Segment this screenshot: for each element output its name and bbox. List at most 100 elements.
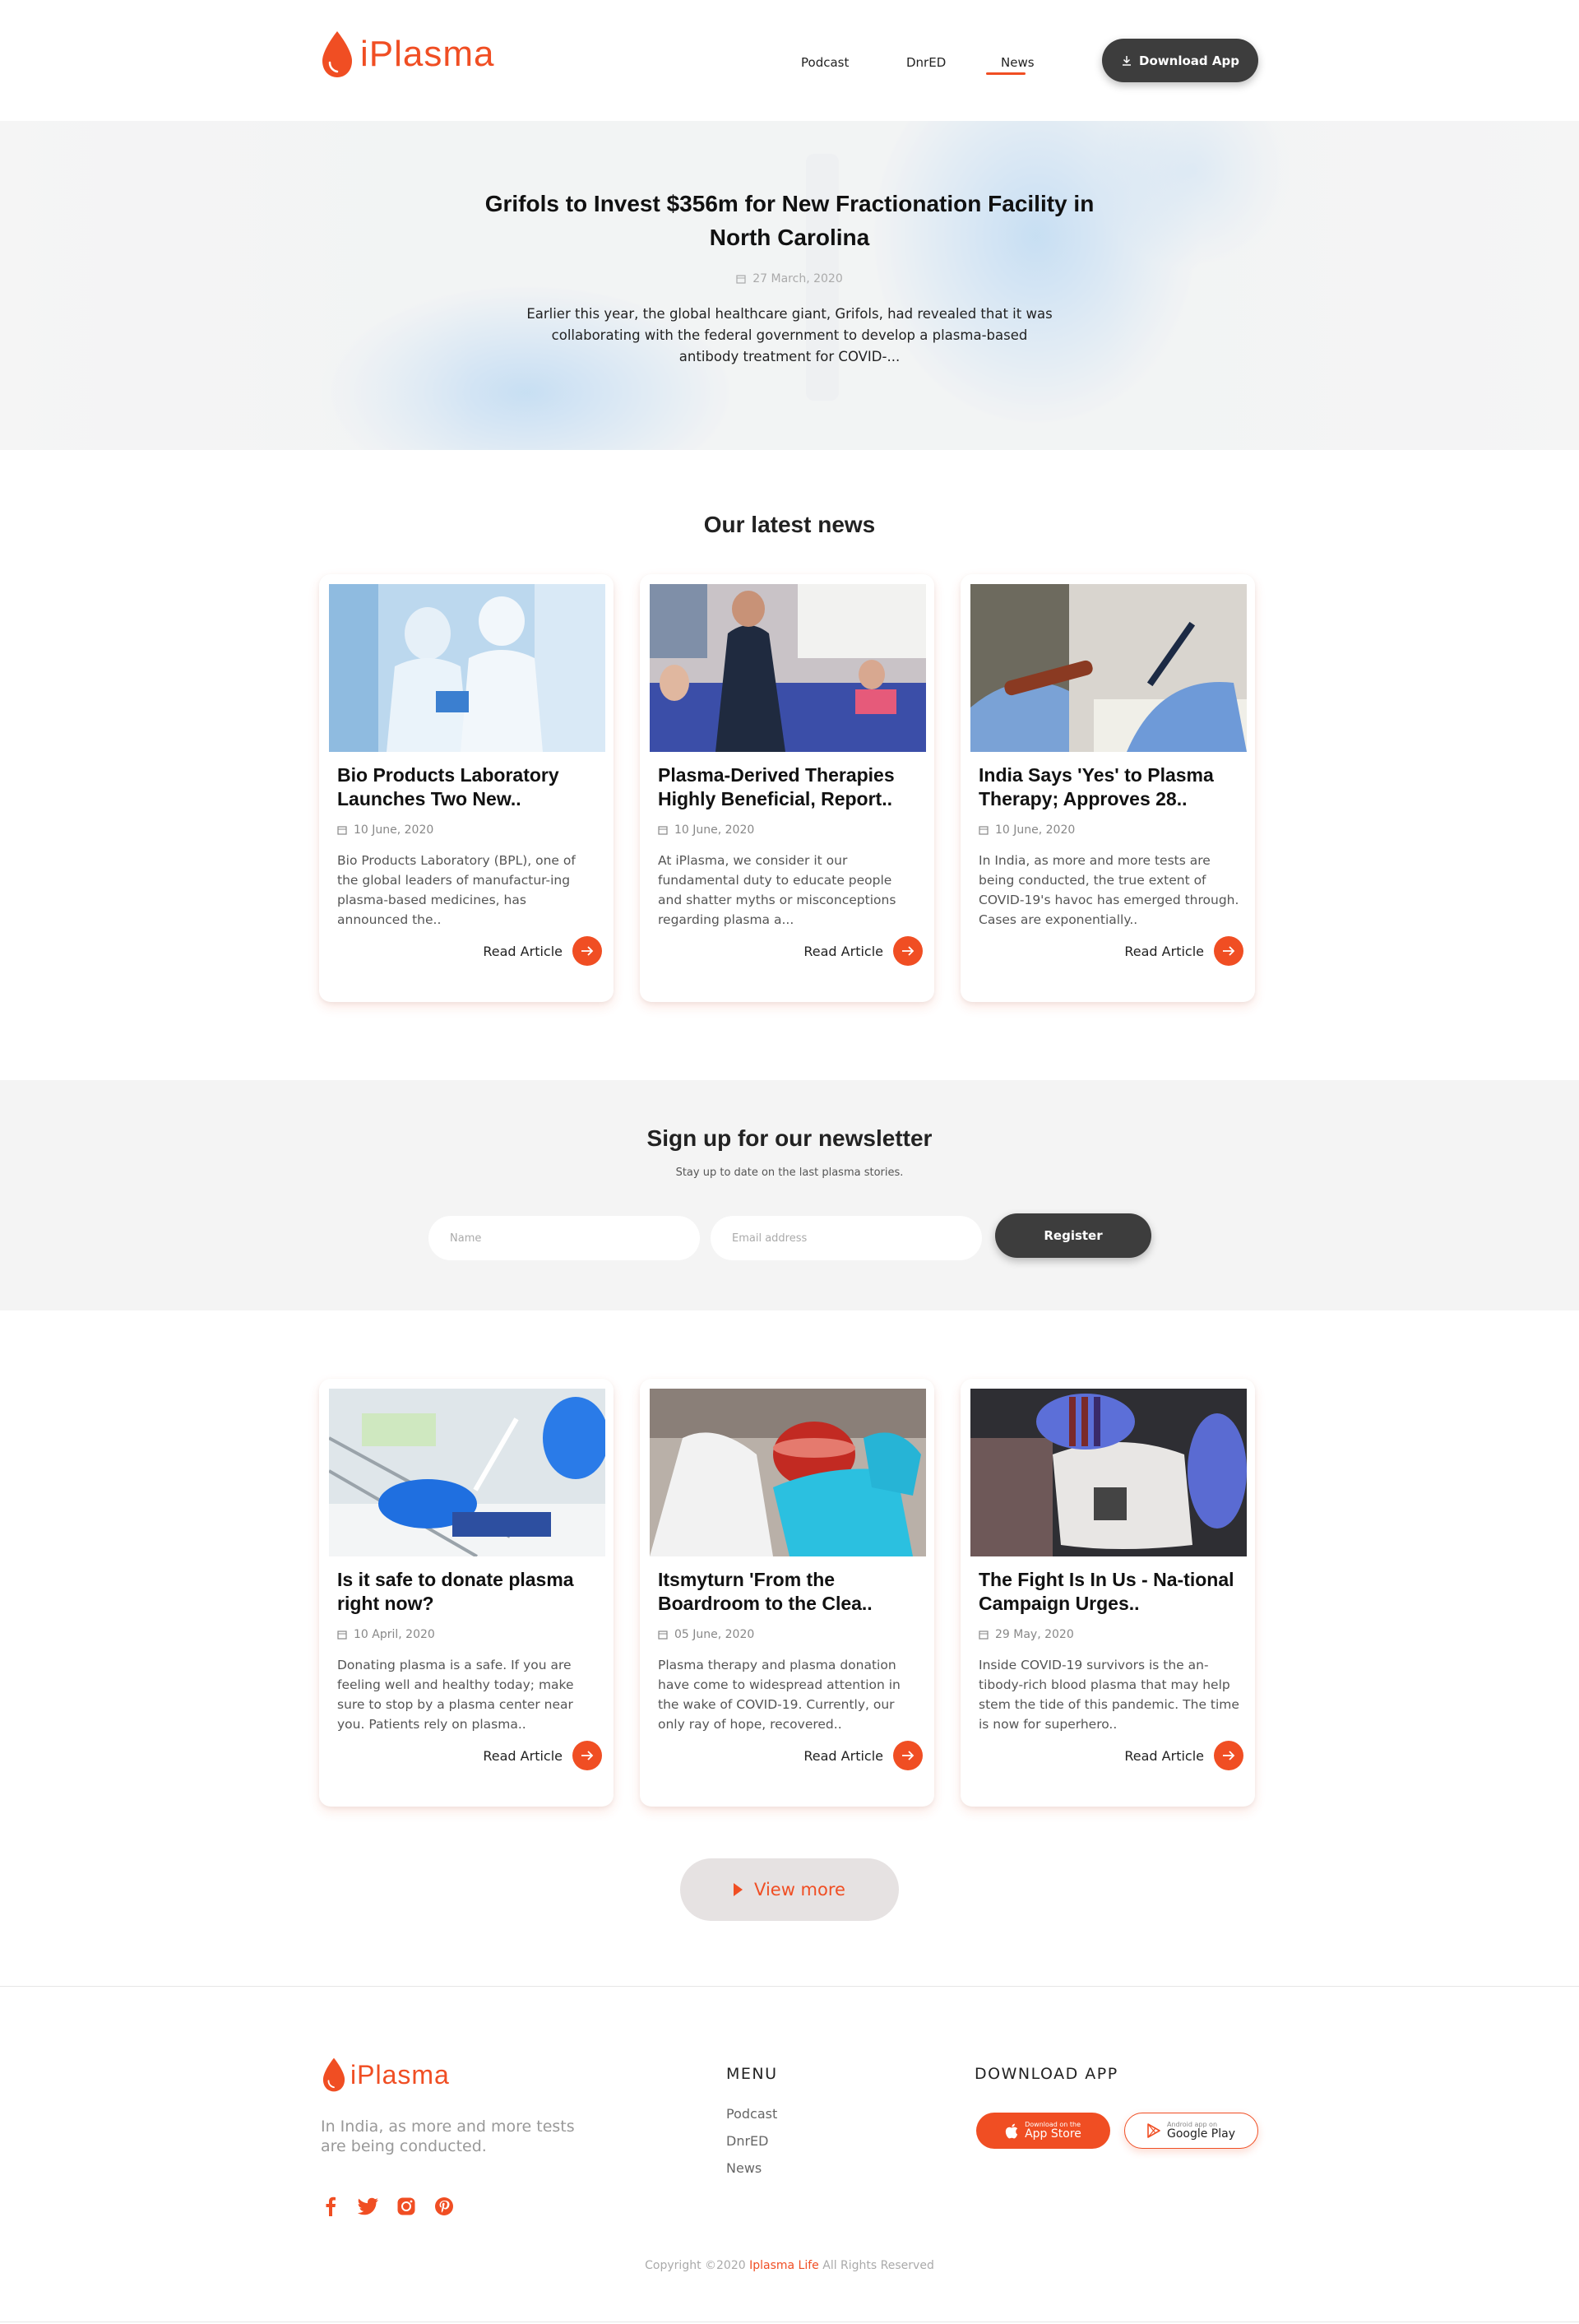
- read-article-label: Read Article: [803, 943, 883, 959]
- read-article-link[interactable]: Read Article: [483, 936, 602, 966]
- nav-item-podcast[interactable]: Podcast: [801, 55, 849, 70]
- read-article-link[interactable]: Read Article: [1124, 936, 1243, 966]
- card-image-plasma-bag: [970, 1389, 1247, 1556]
- read-article-link[interactable]: Read Article: [1124, 1741, 1243, 1770]
- calendar-icon: [337, 1631, 347, 1640]
- instagram-icon[interactable]: [395, 2195, 418, 2218]
- app-store-big-text: App Store: [1025, 2127, 1081, 2141]
- arrow-right-icon: [893, 1741, 923, 1770]
- google-play-big-text: Google Play: [1166, 2127, 1235, 2141]
- app-store-button[interactable]: Download on the App Store: [976, 2113, 1110, 2149]
- card-date: 10 April, 2020: [337, 1628, 435, 1641]
- calendar-icon: [979, 1631, 989, 1640]
- card-image-blood-tube: [970, 584, 1247, 752]
- read-article-link[interactable]: Read Article: [483, 1741, 602, 1770]
- card-excerpt: Bio Products Laboratory (BPL), one of th…: [337, 853, 576, 927]
- read-article-link[interactable]: Read Article: [803, 1741, 923, 1770]
- hero-title[interactable]: Grifols to Invest $356m for New Fraction…: [461, 187, 1118, 254]
- nav-item-dnred[interactable]: DnrED: [906, 55, 946, 70]
- google-play-button[interactable]: Android app on Google Play: [1124, 2113, 1258, 2149]
- footer-link-dnred[interactable]: DnrED: [726, 2133, 777, 2149]
- calendar-icon: [736, 275, 746, 284]
- footer-link-news[interactable]: News: [726, 2160, 777, 2176]
- card-date: 10 June, 2020: [979, 823, 1075, 837]
- pinterest-icon[interactable]: [433, 2195, 456, 2218]
- social-links: [319, 2195, 456, 2218]
- read-article-label: Read Article: [803, 1747, 883, 1764]
- download-icon: [1123, 55, 1132, 66]
- card-date: 10 June, 2020: [658, 823, 754, 837]
- brand-logo[interactable]: iPlasma: [319, 30, 495, 79]
- twitter-icon[interactable]: [357, 2195, 380, 2218]
- card-title[interactable]: Is it safe to donate plasma right now?: [337, 1568, 600, 1616]
- nav-active-indicator: [986, 72, 1026, 75]
- hero-banner[interactable]: Grifols to Invest $356m for New Fraction…: [0, 121, 1579, 450]
- news-card[interactable]: India Says 'Yes' to Plasma Therapy; Appr…: [961, 574, 1255, 1002]
- news-card[interactable]: Is it safe to donate plasma right now? 1…: [319, 1379, 614, 1807]
- news-card[interactable]: Plasma-Derived Therapies Highly Benefici…: [640, 574, 934, 1002]
- newsletter-section: Sign up for our newsletter Stay up to da…: [0, 1080, 1579, 1310]
- card-date-text: 10 June, 2020: [674, 823, 755, 837]
- register-button[interactable]: Register: [995, 1213, 1151, 1258]
- calendar-icon: [658, 1631, 668, 1640]
- arrow-right-icon: [1214, 1741, 1243, 1770]
- card-title[interactable]: India Says 'Yes' to Plasma Therapy; Appr…: [979, 763, 1242, 811]
- card-date: 05 June, 2020: [658, 1628, 754, 1641]
- footer-description: In India, as more and more tests are bei…: [321, 2118, 575, 2155]
- footer-divider: [0, 1986, 1579, 1987]
- footer-link-podcast[interactable]: Podcast: [726, 2106, 777, 2122]
- card-image-donation-center: [650, 584, 926, 752]
- copyright-prefix: Copyright ©2020: [645, 2259, 746, 2272]
- copyright: Copyright ©2020 Iplasma Life All Rights …: [0, 2259, 1579, 2272]
- news-card[interactable]: Itsmyturn 'From the Boardroom to the Cle…: [640, 1379, 934, 1807]
- read-article-link[interactable]: Read Article: [803, 936, 923, 966]
- read-article-label: Read Article: [1124, 943, 1204, 959]
- card-title[interactable]: Itsmyturn 'From the Boardroom to the Cle…: [658, 1568, 921, 1616]
- read-article-label: Read Article: [483, 1747, 563, 1764]
- apple-icon: [1005, 2123, 1018, 2138]
- view-more-button[interactable]: View more: [680, 1858, 899, 1921]
- brand-name: iPlasma: [360, 34, 495, 74]
- newsletter-title: Sign up for our newsletter: [646, 1125, 933, 1151]
- card-excerpt: At iPlasma, we consider it our fundament…: [658, 853, 896, 927]
- arrow-right-icon: [572, 936, 602, 966]
- card-date-text: 10 June, 2020: [995, 823, 1076, 837]
- footer-menu-title: MENU: [726, 2065, 778, 2083]
- hero-excerpt: Earlier this year, the global healthcare…: [526, 306, 1053, 364]
- arrow-right-icon: [893, 936, 923, 966]
- email-input[interactable]: [711, 1216, 982, 1260]
- app-store-text: Download on the App Store: [1025, 2122, 1081, 2141]
- footer-brand-name: iPlasma: [350, 2059, 450, 2090]
- card-title[interactable]: The Fight Is In Us - Na-tional Campaign …: [979, 1568, 1242, 1616]
- card-date: 29 May, 2020: [979, 1628, 1074, 1641]
- google-play-icon: [1147, 2123, 1160, 2138]
- card-image-lab-workers: [329, 584, 605, 752]
- card-excerpt: Inside COVID-19 survivors is the an-tibo…: [979, 1658, 1239, 1732]
- arrow-right-icon: [1214, 936, 1243, 966]
- footer-logo[interactable]: iPlasma: [321, 2057, 450, 2093]
- card-date-text: 10 June, 2020: [354, 823, 434, 837]
- read-article-label: Read Article: [1124, 1747, 1204, 1764]
- name-input[interactable]: [428, 1216, 700, 1260]
- facebook-icon[interactable]: [319, 2195, 342, 2218]
- card-date: 10 June, 2020: [337, 823, 433, 837]
- blood-drop-icon: [322, 2057, 345, 2092]
- newsletter-subtitle: Stay up to date on the last plasma stori…: [675, 1167, 904, 1179]
- copyright-brand-link[interactable]: Iplasma Life: [749, 2259, 819, 2272]
- news-card[interactable]: The Fight Is In Us - Na-tional Campaign …: [961, 1379, 1255, 1807]
- hero-date: 27 March, 2020: [461, 272, 1118, 285]
- card-excerpt: Donating plasma is a safe. If you are fe…: [337, 1658, 574, 1732]
- news-card[interactable]: Bio Products Laboratory Launches Two New…: [319, 574, 614, 1002]
- calendar-icon: [658, 826, 668, 835]
- card-excerpt: Plasma therapy and plasma donation have …: [658, 1658, 901, 1732]
- download-app-button[interactable]: Download App: [1102, 39, 1258, 82]
- download-app-label: Download App: [1139, 53, 1239, 68]
- card-title[interactable]: Bio Products Laboratory Launches Two New…: [337, 763, 600, 811]
- site-header: iPlasma Podcast DnrED News Download App: [0, 0, 1579, 121]
- register-label: Register: [1044, 1228, 1103, 1243]
- card-excerpt: In India, as more and more tests are bei…: [979, 853, 1239, 927]
- card-title[interactable]: Plasma-Derived Therapies Highly Benefici…: [658, 763, 921, 811]
- read-article-label: Read Article: [483, 943, 563, 959]
- nav-item-news[interactable]: News: [1001, 55, 1035, 70]
- card-image-petri-dish: [650, 1389, 926, 1556]
